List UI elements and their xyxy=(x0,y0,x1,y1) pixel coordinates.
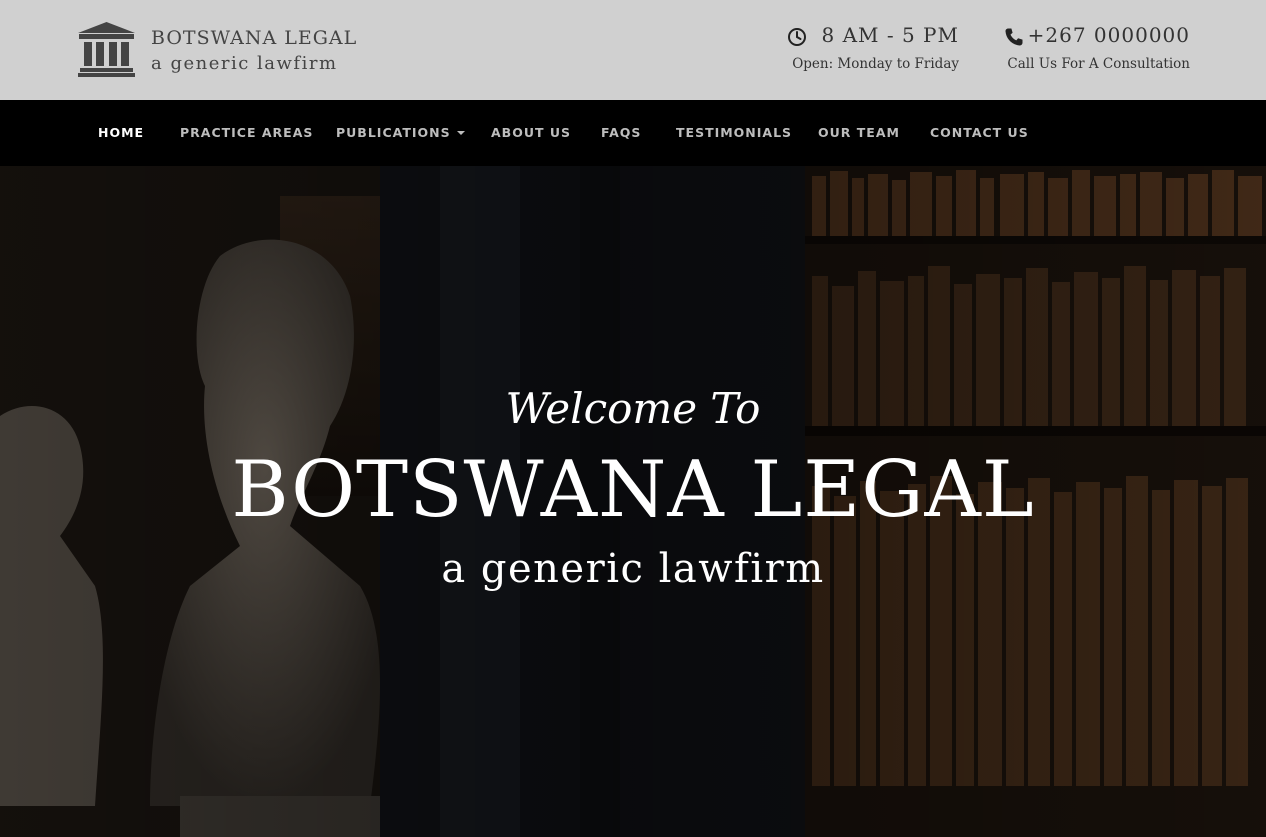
main-nav: HOME PRACTICE AREAS PUBLICATIONS ABOUT U… xyxy=(0,100,1266,166)
caret-down-icon xyxy=(456,130,465,135)
nav-practice-areas[interactable]: PRACTICE AREAS xyxy=(180,100,313,166)
hero-welcome: Welcome To xyxy=(505,384,761,433)
logo[interactable]: BOTSWANA LEGAL a generic lawfirm xyxy=(78,22,358,78)
phone-number[interactable]: +267 0000000 xyxy=(1028,23,1190,47)
site-header: BOTSWANA LEGAL a generic lawfirm 8 AM - … xyxy=(0,0,1266,100)
hero-banner: Welcome To BOTSWANA LEGAL a generic lawf… xyxy=(0,166,1266,837)
nav-our-team[interactable]: OUR TEAM xyxy=(818,100,900,166)
hero-title: BOTSWANA LEGAL xyxy=(231,445,1035,535)
hours-time: 8 AM - 5 PM xyxy=(821,23,959,47)
nav-testimonials[interactable]: TESTIMONIALS xyxy=(676,100,792,166)
phone-contact[interactable]: +267 0000000 Call Us For A Consultation xyxy=(1004,22,1190,78)
brand-name: BOTSWANA LEGAL xyxy=(151,27,358,49)
nav-home[interactable]: HOME xyxy=(98,100,144,166)
nav-faqs[interactable]: FAQS xyxy=(601,100,641,166)
nav-publications-label: PUBLICATIONS xyxy=(336,125,451,140)
hours-days: Open: Monday to Friday xyxy=(792,56,959,72)
nav-publications[interactable]: PUBLICATIONS xyxy=(336,100,465,166)
office-hours: 8 AM - 5 PM Open: Monday to Friday xyxy=(787,22,959,78)
nav-contact-us[interactable]: CONTACT US xyxy=(930,100,1029,166)
nav-about-us[interactable]: ABOUT US xyxy=(491,100,571,166)
clock-icon xyxy=(788,28,806,46)
brand-tagline: a generic lawfirm xyxy=(151,53,338,74)
hero-subtitle: a generic lawfirm xyxy=(441,546,825,592)
courthouse-icon xyxy=(78,22,135,77)
phone-icon xyxy=(1005,28,1023,46)
phone-note: Call Us For A Consultation xyxy=(1007,56,1190,72)
